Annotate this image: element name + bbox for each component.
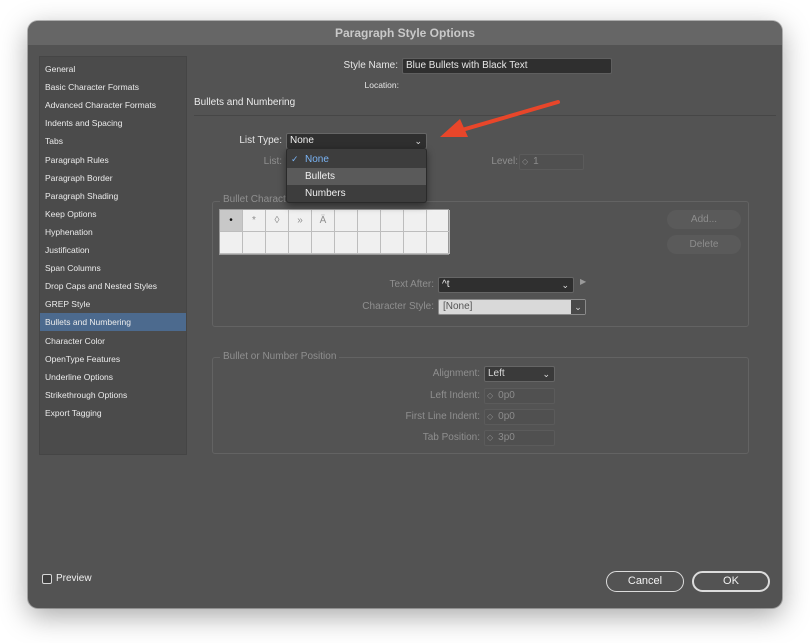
sidebar-item-paragraph-shading[interactable]: Paragraph Shading [40,187,186,205]
tab-position-value: 3p0 [498,432,515,443]
sidebar-item-character-color[interactable]: Character Color [40,332,186,350]
preview-checkbox[interactable] [42,574,52,584]
list-type-option-none[interactable]: ✓ None [287,151,426,168]
style-name-label: Style Name: [308,60,398,71]
location-label: Location: [318,80,399,90]
character-style-value: [None] [443,301,472,312]
style-name-field[interactable]: Blue Bullets with Black Text [402,58,612,74]
left-indent-label: Left Indent: [358,390,480,401]
empty-glyph-cell[interactable] [335,232,358,254]
empty-glyph-cell[interactable] [404,210,427,232]
chevron-down-icon: ⌄ [414,134,422,148]
empty-glyph-cell[interactable] [404,232,427,254]
cancel-button[interactable]: Cancel [606,571,684,592]
empty-glyph-cell[interactable] [312,232,335,254]
stepper-icon[interactable]: ◇ [522,155,528,169]
bullet-glyph-cell[interactable]: » [289,210,312,232]
list-label: List: [228,156,282,167]
option-label: Bullets [305,171,335,182]
ok-button[interactable]: OK [692,571,770,592]
bullet-position-label: Bullet or Number Position [220,351,339,362]
sidebar-item-drop-caps-and-nested-styles[interactable]: Drop Caps and Nested Styles [40,277,186,295]
list-type-select[interactable]: None ⌄ [286,133,427,149]
section-title: Bullets and Numbering [194,97,295,108]
empty-glyph-cell[interactable] [427,232,450,254]
sidebar-item-grep-style[interactable]: GREP Style [40,295,186,313]
character-style-select[interactable]: [None] ⌄ [438,299,586,315]
alignment-select[interactable]: Left ⌄ [484,366,555,382]
stepper-icon[interactable]: ◇ [487,431,493,445]
empty-glyph-cell[interactable] [358,232,381,254]
empty-glyph-cell[interactable] [266,232,289,254]
text-after-label: Text After: [328,279,434,290]
empty-glyph-cell[interactable] [427,210,450,232]
list-type-value: None [290,135,314,146]
sidebar-item-advanced-character-formats[interactable]: Advanced Character Formats [40,96,186,114]
sidebar-item-underline-options[interactable]: Underline Options [40,368,186,386]
empty-glyph-cell[interactable] [381,210,404,232]
text-after-field[interactable]: ^t ⌄ [438,277,574,293]
dialog-title: Paragraph Style Options [28,21,782,45]
sidebar-item-opentype-features[interactable]: OpenType Features [40,350,186,368]
sidebar-item-general[interactable]: General [40,60,186,78]
level-value: 1 [533,156,539,167]
empty-glyph-cell[interactable] [220,232,243,254]
list-type-label: List Type: [208,135,282,146]
option-label: Numbers [305,188,346,199]
level-field[interactable]: ◇1 [519,154,584,170]
chevron-down-icon: ⌄ [571,300,585,314]
bullet-character-grid[interactable]: •*◊»Ä [219,209,449,255]
sidebar-item-paragraph-border[interactable]: Paragraph Border [40,169,186,187]
alignment-label: Alignment: [358,368,480,379]
empty-glyph-cell[interactable] [335,210,358,232]
bullet-glyph-cell[interactable]: Ä [312,210,335,232]
left-indent-value: 0p0 [498,390,515,401]
sidebar-item-bullets-and-numbering[interactable]: Bullets and Numbering [40,313,186,331]
add-button[interactable]: Add... [667,210,741,229]
delete-button[interactable]: Delete [667,235,741,254]
empty-glyph-cell[interactable] [289,232,312,254]
sidebar-item-strikethrough-options[interactable]: Strikethrough Options [40,386,186,404]
chevron-down-icon[interactable]: ⌄ [561,278,569,292]
empty-glyph-cell[interactable] [358,210,381,232]
level-label: Level: [468,156,518,167]
bullet-glyph-cell[interactable]: * [243,210,266,232]
sidebar-item-indents-and-spacing[interactable]: Indents and Spacing [40,114,186,132]
left-indent-field[interactable]: ◇ 0p0 [484,388,555,404]
tab-position-field[interactable]: ◇ 3p0 [484,430,555,446]
character-style-label: Character Style: [328,301,434,312]
sidebar-item-hyphenation[interactable]: Hyphenation [40,223,186,241]
first-line-indent-field[interactable]: ◇ 0p0 [484,409,555,425]
empty-glyph-cell[interactable] [381,232,404,254]
sidebar-item-span-columns[interactable]: Span Columns [40,259,186,277]
bullet-glyph-cell[interactable]: ◊ [266,210,289,232]
red-arrow-annotation [436,99,561,141]
alignment-value: Left [488,368,505,379]
empty-glyph-cell[interactable] [243,232,266,254]
tab-position-label: Tab Position: [358,432,480,443]
list-type-option-numbers[interactable]: Numbers [287,185,426,202]
sidebar-item-basic-character-formats[interactable]: Basic Character Formats [40,78,186,96]
first-line-indent-value: 0p0 [498,411,515,422]
bullet-position-group [212,357,749,454]
first-line-indent-label: First Line Indent: [358,411,480,422]
sidebar-item-export-tagging[interactable]: Export Tagging [40,404,186,422]
sidebar-item-justification[interactable]: Justification [40,241,186,259]
sidebar-item-keep-options[interactable]: Keep Options [40,205,186,223]
bullet-glyph-cell[interactable]: • [220,210,243,232]
list-type-option-bullets[interactable]: Bullets [287,168,426,185]
stepper-icon[interactable]: ◇ [487,389,493,403]
sidebar-item-tabs[interactable]: Tabs [40,132,186,150]
checkmark-icon: ✓ [291,151,299,168]
sidebar-category-list: GeneralBasic Character FormatsAdvanced C… [39,56,187,455]
list-type-dropdown-menu: ✓ None Bullets Numbers [286,148,427,203]
sidebar-item-paragraph-rules[interactable]: Paragraph Rules [40,151,186,169]
chevron-down-icon: ⌄ [542,367,550,381]
text-after-value: ^t [442,279,449,290]
preview-label: Preview [56,573,92,584]
stepper-icon[interactable]: ◇ [487,410,493,424]
special-characters-arrow-icon[interactable]: ▶ [580,277,586,286]
paragraph-style-options-dialog: Paragraph Style Options GeneralBasic Cha… [28,21,782,608]
option-label: None [305,154,329,165]
